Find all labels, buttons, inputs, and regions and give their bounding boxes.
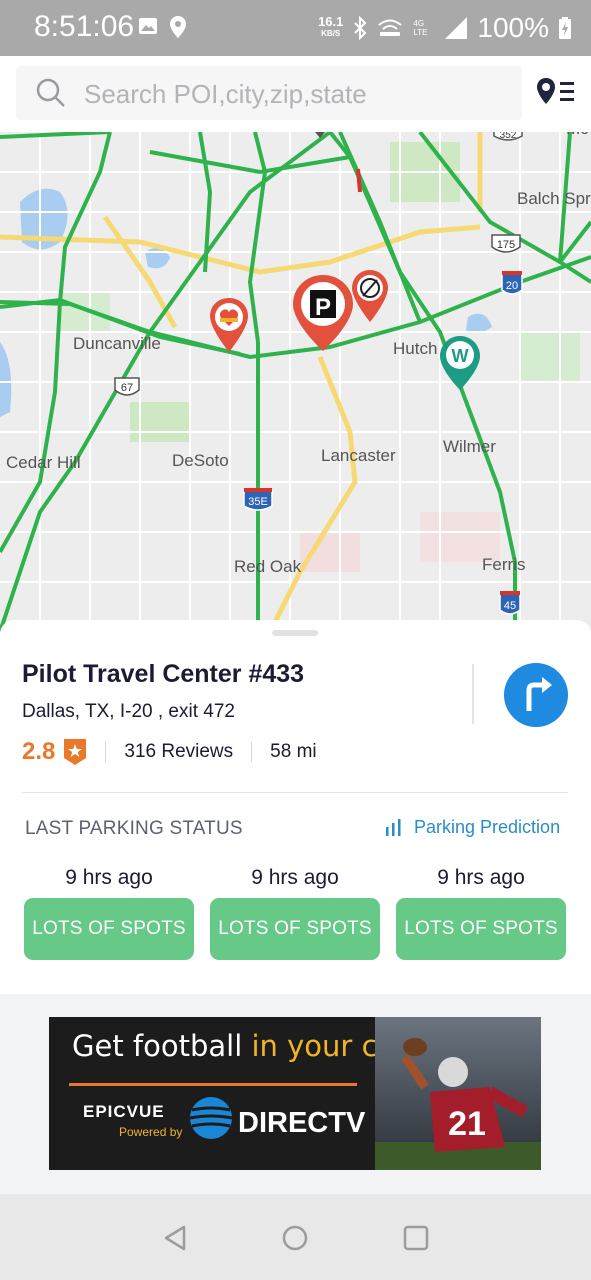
label-wilmer: Wilmer <box>443 437 496 456</box>
reviews-link[interactable]: 316 Reviews <box>124 741 233 763</box>
ad-partner: DIRECTV <box>238 1107 366 1139</box>
parking-status-button[interactable]: LOTS OF SPOTS <box>210 898 380 960</box>
parking-prediction-link[interactable]: Parking Prediction <box>385 817 560 838</box>
last-parking-status-title: LAST PARKING STATUS <box>25 818 243 839</box>
label-hutch: Hutch <box>393 339 437 358</box>
battery-icon <box>559 17 571 39</box>
parking-status-button[interactable]: LOTS OF SPOTS <box>24 898 194 960</box>
svg-text:21: 21 <box>448 1105 486 1143</box>
ad-headline: Get football in your cab! <box>72 1029 426 1063</box>
label-ferris: Ferris <box>482 555 525 574</box>
ad-powered-by: Powered by <box>119 1125 183 1139</box>
label-mc: Mc <box>566 132 589 138</box>
att-globe-icon <box>189 1097 233 1139</box>
signal-icon <box>445 17 468 39</box>
search-bar <box>0 56 591 132</box>
divider <box>472 664 474 724</box>
distance: 58 mi <box>270 741 317 762</box>
shield-us175: 175 <box>491 234 521 253</box>
directions-icon <box>526 677 552 711</box>
ad-divider <box>69 1083 357 1086</box>
label-desoto: DeSoto <box>172 451 229 470</box>
drag-handle[interactable] <box>272 630 318 636</box>
report-time: 9 hrs ago <box>251 866 339 889</box>
svg-text:352: 352 <box>500 132 517 141</box>
rating-row: 2.8 316 Reviews 58 mi <box>22 734 317 770</box>
rating-value: 2.8 <box>22 738 56 765</box>
poi-name: Pilot Travel Center #433 <box>22 660 305 688</box>
label-lancaster: Lancaster <box>321 446 396 465</box>
shield-i20: 20 <box>501 271 523 295</box>
ad-brand: EPICVUE <box>83 1102 165 1121</box>
svg-text:175: 175 <box>497 239 515 251</box>
search-icon <box>36 78 65 107</box>
separator <box>251 742 253 762</box>
section-divider <box>22 792 568 793</box>
svg-text:67: 67 <box>121 382 133 394</box>
map-view[interactable]: Duncanville Cedar Hill DeSoto Lancaster … <box>0 132 591 632</box>
shield-i35e: 35E <box>243 488 273 511</box>
status-time: 8:51:06 <box>34 10 135 43</box>
network-type: 4G LTE <box>413 19 428 37</box>
rating-star-icon <box>64 739 87 765</box>
network-speed: 16.1 KB/S <box>318 14 344 38</box>
label-balch-springs: Balch Spr <box>517 189 591 208</box>
label-red-oak: Red Oak <box>234 557 302 576</box>
recents-icon[interactable] <box>396 1218 436 1258</box>
svg-text:45: 45 <box>504 600 516 612</box>
system-nav-bar <box>0 1194 591 1280</box>
label-cedar-hill: Cedar Hill <box>6 453 81 472</box>
football-player-image: 21 <box>375 1017 541 1170</box>
svg-text:P: P <box>315 294 331 321</box>
separator <box>105 742 107 762</box>
svg-text:W: W <box>452 346 469 366</box>
shield-us67: 67 <box>114 377 140 396</box>
back-icon[interactable] <box>155 1218 195 1258</box>
svg-text:35E: 35E <box>248 496 268 508</box>
search-input[interactable] <box>82 74 506 114</box>
svg-text:20: 20 <box>506 280 518 292</box>
poi-detail-sheet: Pilot Travel Center #433 Dallas, TX, I-2… <box>0 620 591 994</box>
location-icon <box>170 16 186 38</box>
ad-banner[interactable]: Get football in your cab! EPICVUE Powere… <box>49 1017 541 1170</box>
poi-list-icon[interactable] <box>534 74 578 114</box>
report-time: 9 hrs ago <box>65 866 153 889</box>
battery-level: 100% <box>477 12 549 43</box>
search-box[interactable] <box>16 66 522 120</box>
status-bar: 8:51:06 16.1 KB/S 4G LTE 100% <box>0 0 591 56</box>
parking-status-button[interactable]: LOTS OF SPOTS <box>396 898 566 960</box>
label-duncanville: Duncanville <box>73 334 161 353</box>
bar-chart-icon <box>386 818 401 836</box>
directions-button[interactable] <box>504 663 568 727</box>
report-time: 9 hrs ago <box>437 866 525 889</box>
home-icon[interactable] <box>275 1218 315 1258</box>
ad-area: Get football in your cab! EPICVUE Powere… <box>0 994 591 1194</box>
parking-prediction-label: Parking Prediction <box>414 817 561 837</box>
gallery-icon <box>139 18 157 34</box>
shield-i45: 45 <box>499 591 521 615</box>
poi-address: Dallas, TX, I-20 , exit 472 <box>22 701 235 722</box>
bluetooth-icon <box>354 16 367 40</box>
wifi-calling-icon <box>378 19 403 36</box>
